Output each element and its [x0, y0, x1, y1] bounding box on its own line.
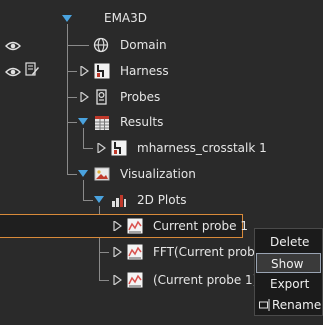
tree-item-result[interactable]: mharness_crosstalk 1: [137, 140, 267, 156]
line-chart-icon: [127, 272, 143, 288]
collapse-toggle-icon[interactable]: [78, 169, 88, 179]
tree-item-visualization[interactable]: Visualization: [120, 166, 196, 182]
results-table-icon: [95, 116, 109, 130]
expand-arrow-icon[interactable]: [112, 275, 122, 285]
tree-item-plot-1[interactable]: Current probe 1: [153, 218, 248, 234]
tree-item-plot-3[interactable]: (Current probe 1): [153, 272, 257, 288]
tree-item-plots[interactable]: 2D Plots: [137, 192, 187, 208]
tree-item-plot-2[interactable]: FFT(Current probe: [153, 244, 262, 260]
menu-item-show[interactable]: Show: [256, 253, 321, 273]
expand-arrow-icon[interactable]: [79, 92, 89, 102]
menu-item-delete[interactable]: Delete: [256, 232, 321, 252]
line-chart-icon: [127, 218, 143, 234]
image-icon: [94, 167, 110, 181]
tree-item-harness[interactable]: Harness: [120, 63, 169, 79]
harness-icon: [111, 140, 127, 156]
rename-icon: [259, 299, 270, 311]
probe-icon: [96, 89, 107, 105]
collapse-toggle-icon[interactable]: [78, 117, 88, 127]
globe-icon: [93, 37, 109, 53]
tree-item-root[interactable]: EMA3D: [104, 10, 147, 26]
harness-icon: [94, 63, 110, 79]
collapse-toggle-icon[interactable]: [94, 195, 104, 205]
tree-item-probes[interactable]: Probes: [120, 89, 160, 105]
line-chart-icon: [127, 244, 143, 260]
expand-arrow-icon[interactable]: [79, 66, 89, 76]
eye-icon[interactable]: [5, 41, 21, 51]
collapse-toggle-icon[interactable]: [62, 14, 72, 24]
tree-item-results[interactable]: Results: [120, 114, 163, 130]
expand-arrow-icon[interactable]: [112, 221, 122, 231]
context-menu: Delete Show Export Rename: [254, 228, 323, 316]
bar-chart-icon: [112, 195, 126, 207]
tree-item-domain[interactable]: Domain: [120, 37, 167, 53]
expand-arrow-icon[interactable]: [96, 143, 106, 153]
menu-item-rename[interactable]: Rename: [256, 295, 321, 315]
eye-icon[interactable]: [5, 67, 21, 77]
expand-arrow-icon[interactable]: [112, 247, 122, 257]
edit-icon[interactable]: [25, 62, 39, 76]
menu-item-export[interactable]: Export: [256, 274, 321, 294]
menu-item-rename-label: Rename: [272, 298, 322, 312]
